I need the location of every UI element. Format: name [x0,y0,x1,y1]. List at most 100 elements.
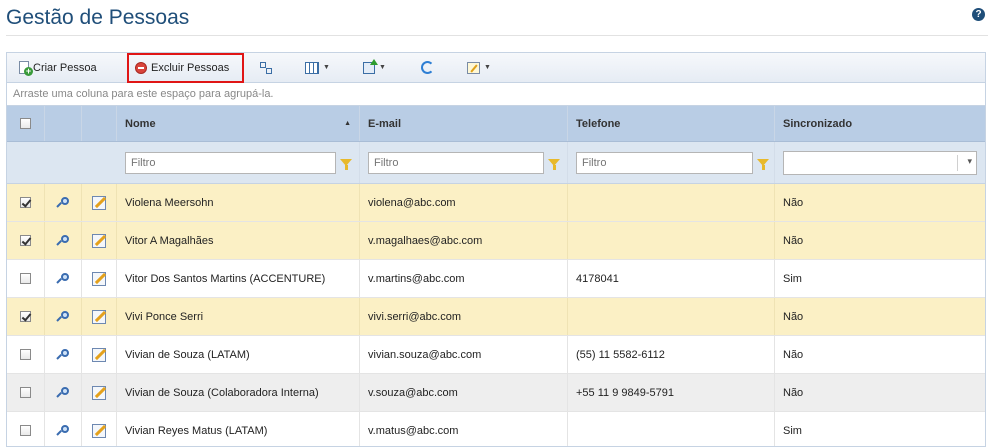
magnifier-icon[interactable] [57,386,69,399]
edit-menu-button[interactable]: ▼ [467,53,491,82]
create-person-button[interactable]: Criar Pessoa [19,53,97,82]
filter-row [7,142,985,184]
row-select-cell [7,222,45,259]
table-row[interactable]: Vivian Reyes Matus (LATAM) v.matus@abc.c… [7,412,985,446]
synced-filter-cell [775,142,985,183]
magnifier-icon[interactable] [57,196,69,209]
row-edit-cell [82,412,117,446]
row-view-cell [45,222,82,259]
row-edit-cell [82,260,117,297]
column-header-row: Nome ▲ E-mail Telefone Sincronizado [7,106,985,142]
title-divider [6,35,988,36]
column-header-name-label: Nome [125,117,156,130]
edit-column-header [82,106,117,141]
table-row[interactable]: Vivian de Souza (Colaboradora Interna) v… [7,374,985,412]
row-select-cell [7,336,45,373]
edit-icon[interactable] [92,271,106,286]
refresh-button[interactable] [421,53,434,82]
email-filter-input[interactable] [368,151,544,174]
group-by-area[interactable]: Arraste uma coluna para este espaço para… [7,83,985,106]
synced-filter-select[interactable] [783,150,977,175]
phone-filter-cell [568,142,775,183]
cell-synced: Não [783,348,804,361]
cell-synced: Não [783,310,804,323]
table-row[interactable]: Violena Meersohn violena@abc.com Não [7,184,985,222]
edit-icon[interactable] [92,195,106,210]
table-row[interactable]: Vivi Ponce Serri vivi.serri@abc.com Não [7,298,985,336]
column-header-phone[interactable]: Telefone [568,106,775,141]
cell-phone [568,184,775,221]
row-edit-cell [82,336,117,373]
cell-phone [568,298,775,335]
filter-spacer [45,142,82,183]
column-header-name[interactable]: Nome ▲ [117,106,360,141]
people-grid: Criar Pessoa Excluir Pessoas ▼ ▼ ▼ Arras… [6,52,986,447]
name-filter-cell [117,142,360,183]
cell-name: Vivi Ponce Serri [117,298,360,335]
delete-button-highlight [127,53,244,83]
row-checkbox[interactable] [20,425,31,436]
columns-menu-button[interactable]: ▼ [305,53,330,82]
grid-body: Violena Meersohn violena@abc.com Não Vit… [7,184,985,446]
filter-icon[interactable] [548,159,560,170]
column-header-email-label: E-mail [368,117,402,130]
cell-email: vivian.souza@abc.com [360,336,568,373]
column-header-email[interactable]: E-mail [360,106,568,141]
table-row[interactable]: Vitor A Magalhães v.magalhaes@abc.com Nã… [7,222,985,260]
row-checkbox[interactable] [20,311,31,322]
row-checkbox[interactable] [20,387,31,398]
edit-icon[interactable] [92,309,106,324]
magnifier-icon[interactable] [57,348,69,361]
cell-synced: Sim [783,272,802,285]
new-document-icon [19,61,33,76]
export-menu-button[interactable]: ▼ [363,53,386,82]
name-filter-input[interactable] [125,151,336,174]
help-icon[interactable]: ? [972,8,985,21]
magnifier-icon[interactable] [57,234,69,247]
row-view-cell [45,412,82,446]
column-header-synced-label: Sincronizado [783,117,853,130]
phone-filter-input[interactable] [576,151,753,174]
chevron-down-icon: ▼ [323,64,330,71]
edit-icon[interactable] [92,347,106,362]
view-column-header [45,106,82,141]
table-row[interactable]: Vivian de Souza (LATAM) vivian.souza@abc… [7,336,985,374]
row-checkbox[interactable] [20,273,31,284]
filter-icon[interactable] [757,159,769,170]
cell-synced: Não [783,196,804,209]
filter-icon[interactable] [340,159,352,170]
row-edit-cell [82,298,117,335]
edit-icon[interactable] [92,233,106,248]
chevron-down-icon: ▼ [379,64,386,71]
cell-name: Vitor A Magalhães [117,222,360,259]
table-row[interactable]: Vitor Dos Santos Martins (ACCENTURE) v.m… [7,260,985,298]
edit-icon[interactable] [92,423,106,438]
select-all-checkbox[interactable] [20,118,31,129]
row-checkbox[interactable] [20,235,31,246]
cell-synced: Sim [783,424,802,437]
hierarchy-button[interactable] [259,53,273,82]
column-header-synced[interactable]: Sincronizado [775,106,985,141]
magnifier-icon[interactable] [57,310,69,323]
cell-email: v.magalhaes@abc.com [360,222,568,259]
row-view-cell [45,260,82,297]
grid-toolbar: Criar Pessoa Excluir Pessoas ▼ ▼ ▼ [7,53,985,83]
chevron-down-icon: ▼ [484,64,491,71]
cell-synced: Não [783,386,804,399]
magnifier-icon[interactable] [57,272,69,285]
row-select-cell [7,374,45,411]
row-edit-cell [82,184,117,221]
cell-email: v.matus@abc.com [360,412,568,446]
edit-icon[interactable] [92,385,106,400]
cell-email: violena@abc.com [360,184,568,221]
row-select-cell [7,184,45,221]
row-checkbox[interactable] [20,349,31,360]
row-checkbox[interactable] [20,197,31,208]
cell-email: v.martins@abc.com [360,260,568,297]
magnifier-icon[interactable] [57,424,69,437]
refresh-icon [421,61,434,74]
row-edit-cell [82,374,117,411]
row-select-cell [7,260,45,297]
cell-phone: (55) 11 5582-6112 [568,336,775,373]
cell-name: Vivian Reyes Matus (LATAM) [117,412,360,446]
